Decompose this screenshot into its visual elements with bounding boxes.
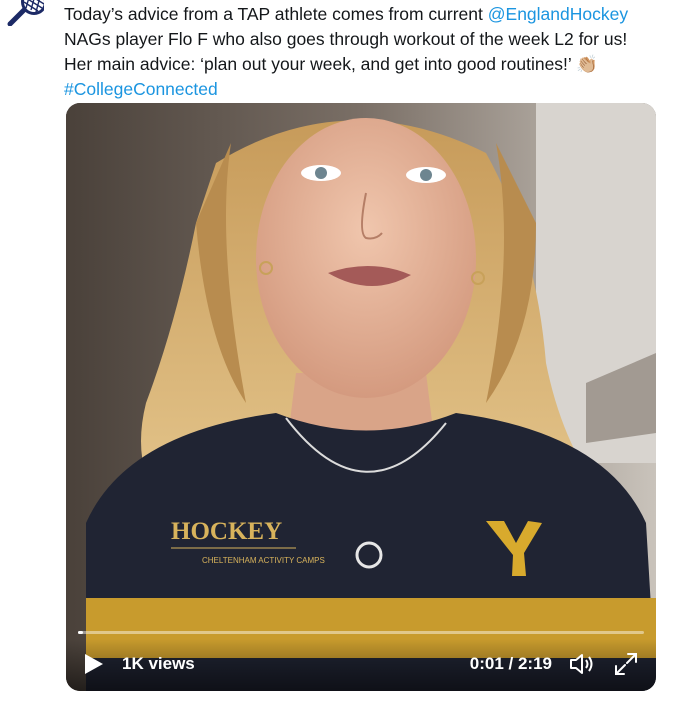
progress-bar[interactable] <box>78 631 644 634</box>
fullscreen-button[interactable] <box>612 650 640 678</box>
tweet-text-segment: Her main advice: ‘plan out your week, an… <box>64 54 577 74</box>
avatar[interactable] <box>4 0 44 26</box>
progress-fill <box>78 631 83 634</box>
video-frame: HOCKEY CHELTENHAM ACTIVITY CAMPS <box>66 103 656 691</box>
shirt-text: HOCKEY <box>171 518 282 545</box>
play-icon <box>85 654 103 674</box>
hashtag-link[interactable]: #CollegeConnected <box>64 77 664 102</box>
time-display: 0:01 / 2:19 <box>469 654 552 673</box>
clapping-emoji: 👏🏼 <box>576 54 598 74</box>
view-count: 1K views <box>122 654 195 673</box>
tweet-text-segment: Today’s advice from a TAP athlete comes … <box>64 4 488 24</box>
tweet-line-1: Today’s advice from a TAP athlete comes … <box>64 2 664 27</box>
video-player[interactable]: HOCKEY CHELTENHAM ACTIVITY CAMPS 1K view… <box>66 103 656 691</box>
shirt-subtext: CHELTENHAM ACTIVITY CAMPS <box>202 556 325 565</box>
tweet-line-2: NAGs player Flo F who also goes through … <box>64 29 628 49</box>
fullscreen-icon <box>615 653 637 675</box>
hockey-stick-icon <box>7 0 44 26</box>
tweet-line-3: Her main advice: ‘plan out your week, an… <box>64 52 664 77</box>
play-button[interactable] <box>80 651 106 677</box>
mention-link[interactable]: @EnglandHockey <box>488 4 628 24</box>
tweet-text: Today’s advice from a TAP athlete comes … <box>64 2 664 102</box>
volume-icon <box>570 654 593 674</box>
volume-button[interactable] <box>568 650 596 678</box>
